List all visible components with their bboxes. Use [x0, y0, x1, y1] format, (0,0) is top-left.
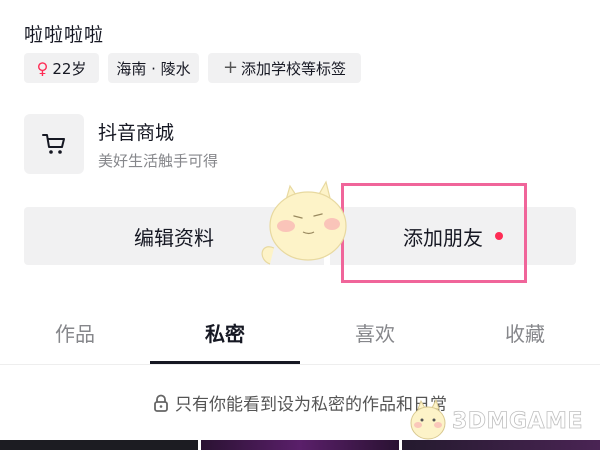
profile-username: 啦啦啦啦 — [24, 24, 105, 46]
add-tag-label: 添加学校等标签 — [241, 59, 347, 78]
watermark-logo: 3DMGAME — [408, 396, 600, 446]
tabs-divider — [0, 364, 600, 365]
tab-favorites[interactable]: 收藏 — [450, 318, 600, 347]
tab-works[interactable]: 作品 — [0, 318, 150, 347]
watermark-text: 3DMGAME — [452, 408, 583, 434]
private-notice-text: 只有你能看到设为私密的作品和日常 — [175, 395, 447, 415]
video-thumbnail[interactable] — [201, 440, 399, 450]
cart-icon — [42, 134, 65, 154]
mall-entry-icon[interactable] — [24, 114, 84, 174]
mascot-sticker — [261, 180, 347, 265]
highlight-box — [341, 183, 527, 283]
edit-profile-label: 编辑资料 — [134, 225, 214, 250]
age-tag[interactable]: ♀ 22岁 — [24, 53, 99, 83]
location-label: 海南 · 陵水 — [116, 59, 191, 78]
age-label: 22岁 — [52, 59, 87, 78]
lock-icon — [154, 394, 168, 412]
mall-subtitle: 美好生活触手可得 — [98, 152, 219, 170]
video-thumbnail[interactable] — [0, 440, 198, 450]
female-icon: ♀ — [36, 58, 49, 78]
add-tag-button[interactable]: + 添加学校等标签 — [208, 53, 361, 83]
tab-likes[interactable]: 喜欢 — [300, 318, 450, 347]
tab-private[interactable]: 私密 — [150, 318, 300, 347]
active-tab-indicator — [150, 361, 300, 364]
location-tag[interactable]: 海南 · 陵水 — [108, 53, 199, 83]
mall-title[interactable]: 抖音商城 — [98, 118, 174, 145]
watermark-mascot-icon — [410, 399, 446, 440]
plus-icon: + — [222, 57, 239, 78]
